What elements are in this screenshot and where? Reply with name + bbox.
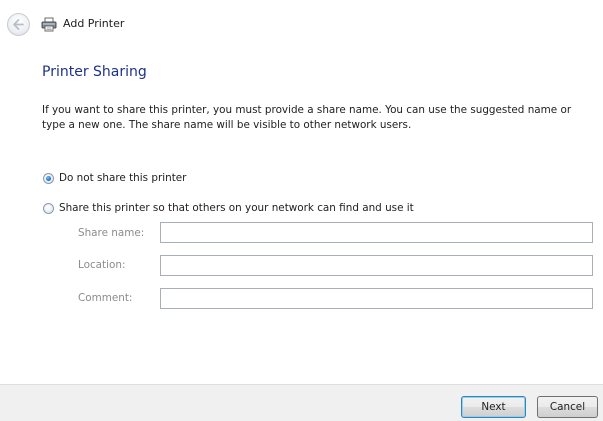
add-printer-window: Add Printer Printer Sharing If you want … — [0, 0, 603, 421]
share-printer-option[interactable]: Share this printer so that others on you… — [43, 202, 414, 214]
back-button[interactable] — [7, 13, 30, 36]
page-heading: Printer Sharing — [42, 64, 147, 80]
dialog-footer: Next Cancel — [0, 384, 603, 421]
share-printer-label: Share this printer so that others on you… — [59, 202, 414, 214]
cancel-button[interactable]: Cancel — [537, 396, 598, 418]
location-label: Location: — [78, 259, 126, 271]
back-arrow-icon — [13, 19, 24, 30]
next-button[interactable]: Next — [461, 396, 526, 418]
comment-input[interactable] — [160, 288, 593, 309]
window-title: Add Printer — [63, 17, 125, 30]
do-not-share-option[interactable]: Do not share this printer — [43, 172, 186, 184]
comment-label: Comment: — [78, 292, 133, 304]
printer-icon — [41, 17, 57, 32]
do-not-share-radio[interactable] — [43, 172, 54, 184]
location-input[interactable] — [160, 255, 593, 276]
share-name-label: Share name: — [78, 227, 145, 239]
page-description: If you want to share this printer, you m… — [42, 104, 572, 131]
share-printer-radio[interactable] — [43, 202, 54, 214]
share-name-input[interactable] — [160, 222, 593, 243]
title-bar: Add Printer — [0, 0, 603, 40]
do-not-share-label: Do not share this printer — [59, 172, 187, 184]
